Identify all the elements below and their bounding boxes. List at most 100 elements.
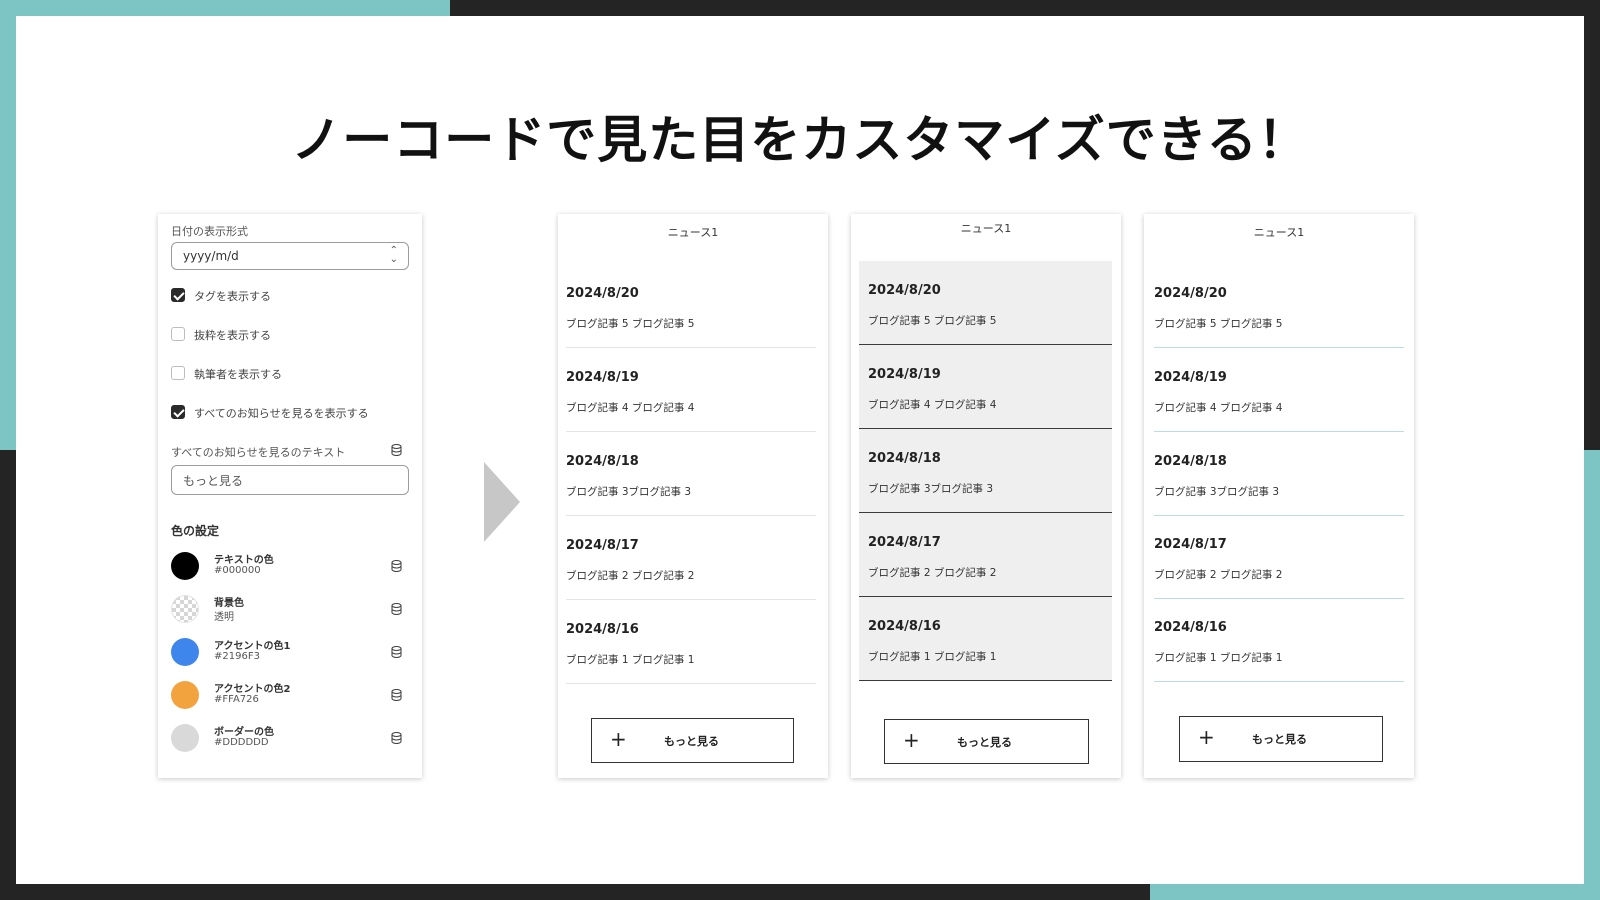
checkbox-label: すべてのお知らせを見るを表示する bbox=[194, 407, 369, 420]
checkbox-show-see-all[interactable] bbox=[171, 405, 185, 419]
plus-icon: + bbox=[1198, 725, 1215, 749]
news-text: ブログ記事 4 ブログ記事 4 bbox=[868, 399, 997, 411]
news-title: ニュース1 bbox=[960, 222, 1012, 235]
checkbox-row-show-excerpt[interactable]: 抜粋を表示する bbox=[171, 326, 411, 344]
news-item[interactable]: 2024/8/16 ブログ記事 1 ブログ記事 1 bbox=[1154, 598, 1404, 682]
news-item[interactable]: 2024/8/19 ブログ記事 4 ブログ記事 4 bbox=[1154, 348, 1404, 432]
dynamic-source-icon[interactable] bbox=[391, 560, 402, 572]
checkbox-label: タグを表示する bbox=[194, 290, 271, 303]
plus-icon: + bbox=[610, 727, 627, 751]
news-item[interactable]: 2024/8/20 ブログ記事 5 ブログ記事 5 bbox=[1154, 264, 1404, 348]
color-value: #2196F3 bbox=[214, 651, 260, 662]
news-date: 2024/8/19 bbox=[1154, 370, 1227, 385]
checkbox-label: 抜粋を表示する bbox=[194, 329, 271, 342]
date-format-value: yyyy/m/d bbox=[183, 249, 239, 263]
see-more-button[interactable]: + もっと見る bbox=[1179, 716, 1383, 762]
color-row-accent-1[interactable]: アクセントの色1 #2196F3 bbox=[171, 636, 411, 670]
news-item[interactable]: 2024/8/16 ブログ記事 1 ブログ記事 1 bbox=[859, 597, 1112, 681]
color-swatch[interactable] bbox=[171, 681, 199, 709]
news-item[interactable]: 2024/8/18 ブログ記事 3ブログ記事 3 bbox=[1154, 432, 1404, 516]
news-text: ブログ記事 4 ブログ記事 4 bbox=[566, 402, 695, 414]
news-preview-shaded: ニュース1 2024/8/20 ブログ記事 5 ブログ記事 5 2024/8/19… bbox=[851, 214, 1121, 778]
color-swatch[interactable] bbox=[171, 638, 199, 666]
news-item[interactable]: 2024/8/17 ブログ記事 2 ブログ記事 2 bbox=[1154, 515, 1404, 599]
plus-icon: + bbox=[903, 728, 920, 752]
color-value: 透明 bbox=[214, 612, 234, 623]
color-name: アクセントの色1 bbox=[214, 641, 291, 652]
news-date: 2024/8/17 bbox=[868, 535, 941, 550]
news-title: ニュース1 bbox=[667, 226, 719, 239]
news-date: 2024/8/18 bbox=[868, 451, 941, 466]
checkbox-row-show-see-all[interactable]: すべてのお知らせを見るを表示する bbox=[171, 404, 411, 422]
news-item[interactable]: 2024/8/20 ブログ記事 5 ブログ記事 5 bbox=[859, 261, 1112, 345]
checkbox-row-show-tags[interactable]: タグを表示する bbox=[171, 287, 411, 305]
news-text: ブログ記事 2 ブログ記事 2 bbox=[1154, 569, 1283, 581]
see-more-button[interactable]: + もっと見る bbox=[591, 718, 794, 763]
color-swatch[interactable] bbox=[171, 552, 199, 580]
see-more-label: もっと見る bbox=[664, 735, 719, 748]
settings-panel: 日付の表示形式 yyyy/m/d ⌃ ⌄ タグを表示する 抜粋を表示する 執筆者を… bbox=[158, 214, 422, 778]
news-date: 2024/8/20 bbox=[868, 283, 941, 298]
dynamic-source-icon[interactable] bbox=[391, 646, 402, 658]
checkbox-row-show-author[interactable]: 執筆者を表示する bbox=[171, 365, 411, 383]
checkbox-show-author[interactable] bbox=[171, 366, 185, 380]
color-row-accent-2[interactable]: アクセントの色2 #FFA726 bbox=[171, 679, 411, 713]
news-item[interactable]: 2024/8/19 ブログ記事 4 ブログ記事 4 bbox=[859, 345, 1112, 429]
news-item[interactable]: 2024/8/16 ブログ記事 1 ブログ記事 1 bbox=[566, 600, 816, 684]
news-text: ブログ記事 5 ブログ記事 5 bbox=[566, 318, 695, 330]
news-item[interactable]: 2024/8/17 ブログ記事 2 ブログ記事 2 bbox=[566, 516, 816, 600]
color-name: ボーダーの色 bbox=[214, 727, 274, 738]
news-title: ニュース1 bbox=[1253, 226, 1305, 239]
select-chevron-icon: ⌃ ⌄ bbox=[389, 245, 398, 265]
news-item[interactable]: 2024/8/20 ブログ記事 5 ブログ記事 5 bbox=[566, 264, 816, 348]
news-date: 2024/8/17 bbox=[566, 538, 639, 553]
see-more-label: もっと見る bbox=[957, 736, 1012, 749]
news-date: 2024/8/18 bbox=[566, 454, 639, 469]
news-text: ブログ記事 2 ブログ記事 2 bbox=[566, 570, 695, 582]
slide-headline: ノーコードで見た目をカスタマイズできる！ bbox=[291, 111, 1309, 169]
color-row-background[interactable]: 背景色 透明 bbox=[171, 593, 411, 627]
news-date: 2024/8/17 bbox=[1154, 537, 1227, 552]
color-row-text[interactable]: テキストの色 #000000 bbox=[171, 550, 411, 584]
news-item[interactable]: 2024/8/18 ブログ記事 3ブログ記事 3 bbox=[859, 429, 1112, 513]
news-date: 2024/8/20 bbox=[566, 286, 639, 301]
color-row-border[interactable]: ボーダーの色 #DDDDDD bbox=[171, 722, 411, 756]
news-text: ブログ記事 4 ブログ記事 4 bbox=[1154, 402, 1283, 414]
news-text: ブログ記事 1 ブログ記事 1 bbox=[566, 654, 695, 666]
news-preview-plain: ニュース1 2024/8/20 ブログ記事 5 ブログ記事 5 2024/8/19… bbox=[558, 214, 828, 778]
news-text: ブログ記事 1 ブログ記事 1 bbox=[868, 651, 997, 663]
dynamic-source-icon[interactable] bbox=[391, 603, 402, 615]
dynamic-source-icon[interactable] bbox=[391, 689, 402, 701]
color-name: 背景色 bbox=[214, 598, 244, 609]
news-date: 2024/8/20 bbox=[1154, 286, 1227, 301]
dynamic-source-icon[interactable] bbox=[391, 732, 402, 744]
news-text: ブログ記事 5 ブログ記事 5 bbox=[868, 315, 997, 327]
news-date: 2024/8/19 bbox=[566, 370, 639, 385]
color-value: #DDDDDD bbox=[214, 737, 269, 748]
news-preview-teal-border: ニュース1 2024/8/20 ブログ記事 5 ブログ記事 5 2024/8/19… bbox=[1144, 214, 1414, 778]
dynamic-source-icon[interactable] bbox=[391, 444, 402, 456]
checkbox-show-tags[interactable] bbox=[171, 288, 185, 302]
date-format-select[interactable]: yyyy/m/d ⌃ ⌄ bbox=[171, 242, 409, 270]
see-all-text-input[interactable]: もっと見る bbox=[171, 465, 409, 495]
color-settings-heading: 色の設定 bbox=[171, 524, 220, 538]
see-more-button[interactable]: + もっと見る bbox=[884, 719, 1089, 764]
color-swatch[interactable] bbox=[171, 595, 199, 623]
news-date: 2024/8/18 bbox=[1154, 454, 1227, 469]
color-name: アクセントの色2 bbox=[214, 684, 291, 695]
color-value: #000000 bbox=[214, 565, 261, 576]
color-value: #FFA726 bbox=[214, 694, 259, 705]
date-format-label: 日付の表示形式 bbox=[171, 225, 248, 238]
news-text: ブログ記事 5 ブログ記事 5 bbox=[1154, 318, 1283, 330]
news-text: ブログ記事 3ブログ記事 3 bbox=[1154, 486, 1280, 498]
arrow-right-icon bbox=[484, 462, 520, 542]
news-item[interactable]: 2024/8/18 ブログ記事 3ブログ記事 3 bbox=[566, 432, 816, 516]
news-text: ブログ記事 3ブログ記事 3 bbox=[566, 486, 692, 498]
news-item[interactable]: 2024/8/17 ブログ記事 2 ブログ記事 2 bbox=[859, 513, 1112, 597]
news-item[interactable]: 2024/8/19 ブログ記事 4 ブログ記事 4 bbox=[566, 348, 816, 432]
news-text: ブログ記事 3ブログ記事 3 bbox=[868, 483, 994, 495]
news-date: 2024/8/16 bbox=[1154, 620, 1227, 635]
checkbox-show-excerpt[interactable] bbox=[171, 327, 185, 341]
see-more-label: もっと見る bbox=[1252, 733, 1307, 746]
color-swatch[interactable] bbox=[171, 724, 199, 752]
